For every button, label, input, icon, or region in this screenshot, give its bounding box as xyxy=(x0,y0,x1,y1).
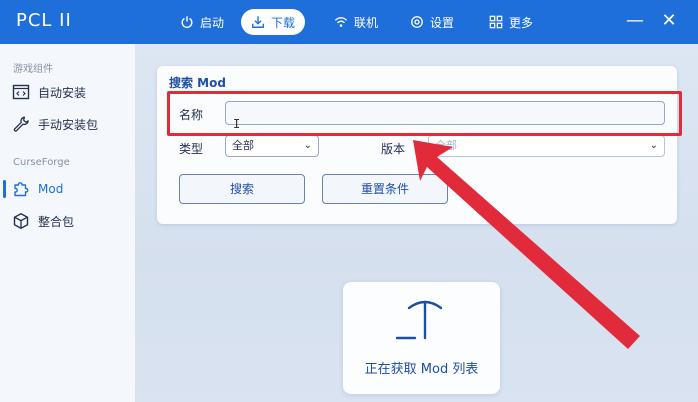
chevron-down-icon: ⌄ xyxy=(649,140,658,151)
cube-icon xyxy=(13,213,29,229)
nav-settings[interactable]: 设置 xyxy=(400,9,464,35)
nav-multiplayer[interactable]: 联机 xyxy=(324,9,388,35)
puzzle-icon xyxy=(14,182,29,197)
minimize-button[interactable]: — xyxy=(624,10,646,32)
wifi-icon xyxy=(334,17,348,27)
code-window-icon xyxy=(12,84,30,100)
download-icon xyxy=(252,16,264,28)
sidebar-item-label: 自动安装 xyxy=(38,85,87,100)
type-select[interactable]: 全部 ⌄ xyxy=(225,135,319,157)
version-label: 版本 xyxy=(381,142,406,156)
nav-download[interactable]: 下载 xyxy=(241,9,306,35)
loading-card: 正在获取 Mod 列表 xyxy=(343,282,500,394)
card-title: 搜索 Mod xyxy=(169,76,226,90)
settings-icon xyxy=(411,16,423,28)
main-content: 搜索 Mod 名称 类型 全部 ⌄ 版本 全部 ⌄ 搜索 重置条件 正在获取 M… xyxy=(135,44,698,402)
sidebar-item-label: 整合包 xyxy=(38,214,75,229)
type-select-value: 全部 xyxy=(232,139,254,152)
sidebar-item-label: 手动安装包 xyxy=(38,117,99,132)
nav-settings-label: 设置 xyxy=(430,15,455,30)
nav-more-label: 更多 xyxy=(509,15,534,30)
sidebar-section-header-game-components: 游戏组件 xyxy=(13,64,53,75)
version-select[interactable]: 全部 ⌄ xyxy=(428,135,665,157)
title-bar: PCL II 启动 下载 联机 设置 更多 — ✕ xyxy=(0,0,698,44)
text-cursor-icon: I xyxy=(233,117,241,131)
grid-icon xyxy=(489,15,503,29)
nav-download-label: 下载 xyxy=(271,15,296,30)
sidebar-item-label: Mod xyxy=(38,182,64,196)
sidebar-item-modpack[interactable]: 整合包 xyxy=(0,209,135,233)
name-search-input[interactable] xyxy=(225,101,665,125)
app-title: PCL II xyxy=(16,10,72,31)
loading-text: 正在获取 Mod 列表 xyxy=(364,362,479,377)
nav-multiplayer-label: 联机 xyxy=(354,15,379,30)
version-select-value: 全部 xyxy=(435,139,457,152)
type-label: 类型 xyxy=(179,142,204,156)
pickaxe-icon xyxy=(395,300,443,340)
search-button[interactable]: 搜索 xyxy=(179,174,305,204)
reset-button[interactable]: 重置条件 xyxy=(322,174,448,204)
sidebar-item-manual-install[interactable]: 手动安装包 xyxy=(0,112,135,136)
wrench-icon xyxy=(13,116,29,132)
nav-launch-label: 启动 xyxy=(200,15,225,30)
sidebar-item-mod[interactable]: Mod xyxy=(0,177,135,201)
close-button[interactable]: ✕ xyxy=(658,10,680,32)
nav-launch[interactable]: 启动 xyxy=(170,9,234,35)
sidebar-item-auto-install[interactable]: 自动安装 xyxy=(0,80,135,104)
search-mod-card: 搜索 Mod 名称 类型 全部 ⌄ 版本 全部 ⌄ 搜索 重置条件 xyxy=(157,66,677,224)
name-label: 名称 xyxy=(179,108,204,122)
sidebar-section-header-curseforge: CurseForge xyxy=(13,157,70,168)
nav-more[interactable]: 更多 xyxy=(479,9,543,35)
power-icon xyxy=(181,16,193,29)
chevron-down-icon: ⌄ xyxy=(303,140,312,151)
sidebar: 游戏组件 自动安装 手动安装包 CurseForge Mod 整合包 xyxy=(0,44,135,402)
